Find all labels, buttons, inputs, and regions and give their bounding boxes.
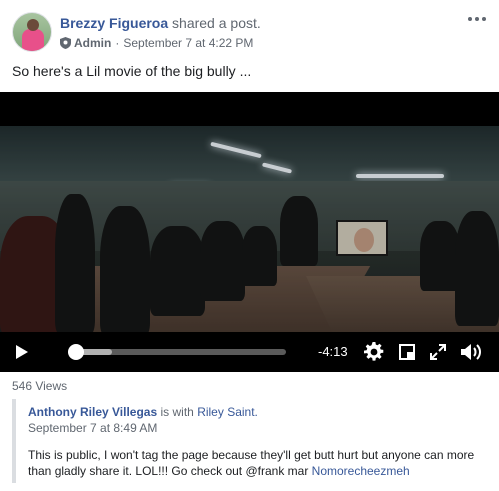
- shared-post: Anthony Riley Villegas is with Riley Sai…: [12, 399, 488, 483]
- fullscreen-button[interactable]: [428, 332, 448, 372]
- author-line: Brezzy Figueroa shared a post.: [60, 15, 261, 31]
- more-options-icon[interactable]: [468, 14, 486, 24]
- tagged-person[interactable]: Riley Saint.: [197, 405, 258, 419]
- play-button[interactable]: [8, 332, 36, 372]
- shared-author-name[interactable]: Anthony Riley Villegas: [28, 405, 157, 419]
- shared-post-timestamp[interactable]: September 7 at 8:49 AM: [28, 421, 157, 435]
- miniplayer-icon: [399, 344, 415, 360]
- post-meta: Admin · September 7 at 4:22 PM: [60, 36, 253, 50]
- volume-icon: [461, 344, 481, 360]
- with-text: is with: [160, 405, 194, 419]
- volume-button[interactable]: [458, 332, 484, 372]
- post-timestamp[interactable]: September 7 at 4:22 PM: [123, 36, 253, 50]
- shield-icon: [60, 37, 71, 49]
- view-count: 546 Views: [12, 379, 68, 393]
- video-controls: -4:13: [0, 332, 499, 372]
- admin-badge: Admin: [74, 36, 112, 50]
- author-name[interactable]: Brezzy Figueroa: [60, 15, 168, 31]
- action-text: shared a post.: [172, 15, 261, 31]
- settings-icon: [364, 342, 384, 361]
- progress-scrubber[interactable]: [68, 344, 84, 360]
- play-icon: [16, 345, 28, 359]
- shared-author-line: Anthony Riley Villegas is with Riley Sai…: [28, 405, 258, 419]
- fullscreen-icon: [430, 344, 446, 360]
- time-remaining: -4:13: [318, 344, 348, 359]
- post-header: Brezzy Figueroa shared a post. Admin · S…: [12, 12, 488, 56]
- miniplayer-button[interactable]: [396, 332, 418, 372]
- shared-post-link[interactable]: Nomorecheezmeh: [312, 464, 410, 478]
- video-frame: [0, 126, 499, 336]
- settings-button[interactable]: [362, 332, 386, 372]
- post-text: So here's a Lil movie of the big bully .…: [12, 63, 252, 79]
- shared-post-body: This is public, I won't tag the page bec…: [28, 447, 490, 479]
- meta-separator: ·: [115, 36, 120, 50]
- progress-bar[interactable]: [68, 344, 286, 360]
- avatar[interactable]: [12, 12, 52, 52]
- video-player[interactable]: -4:13: [0, 92, 499, 372]
